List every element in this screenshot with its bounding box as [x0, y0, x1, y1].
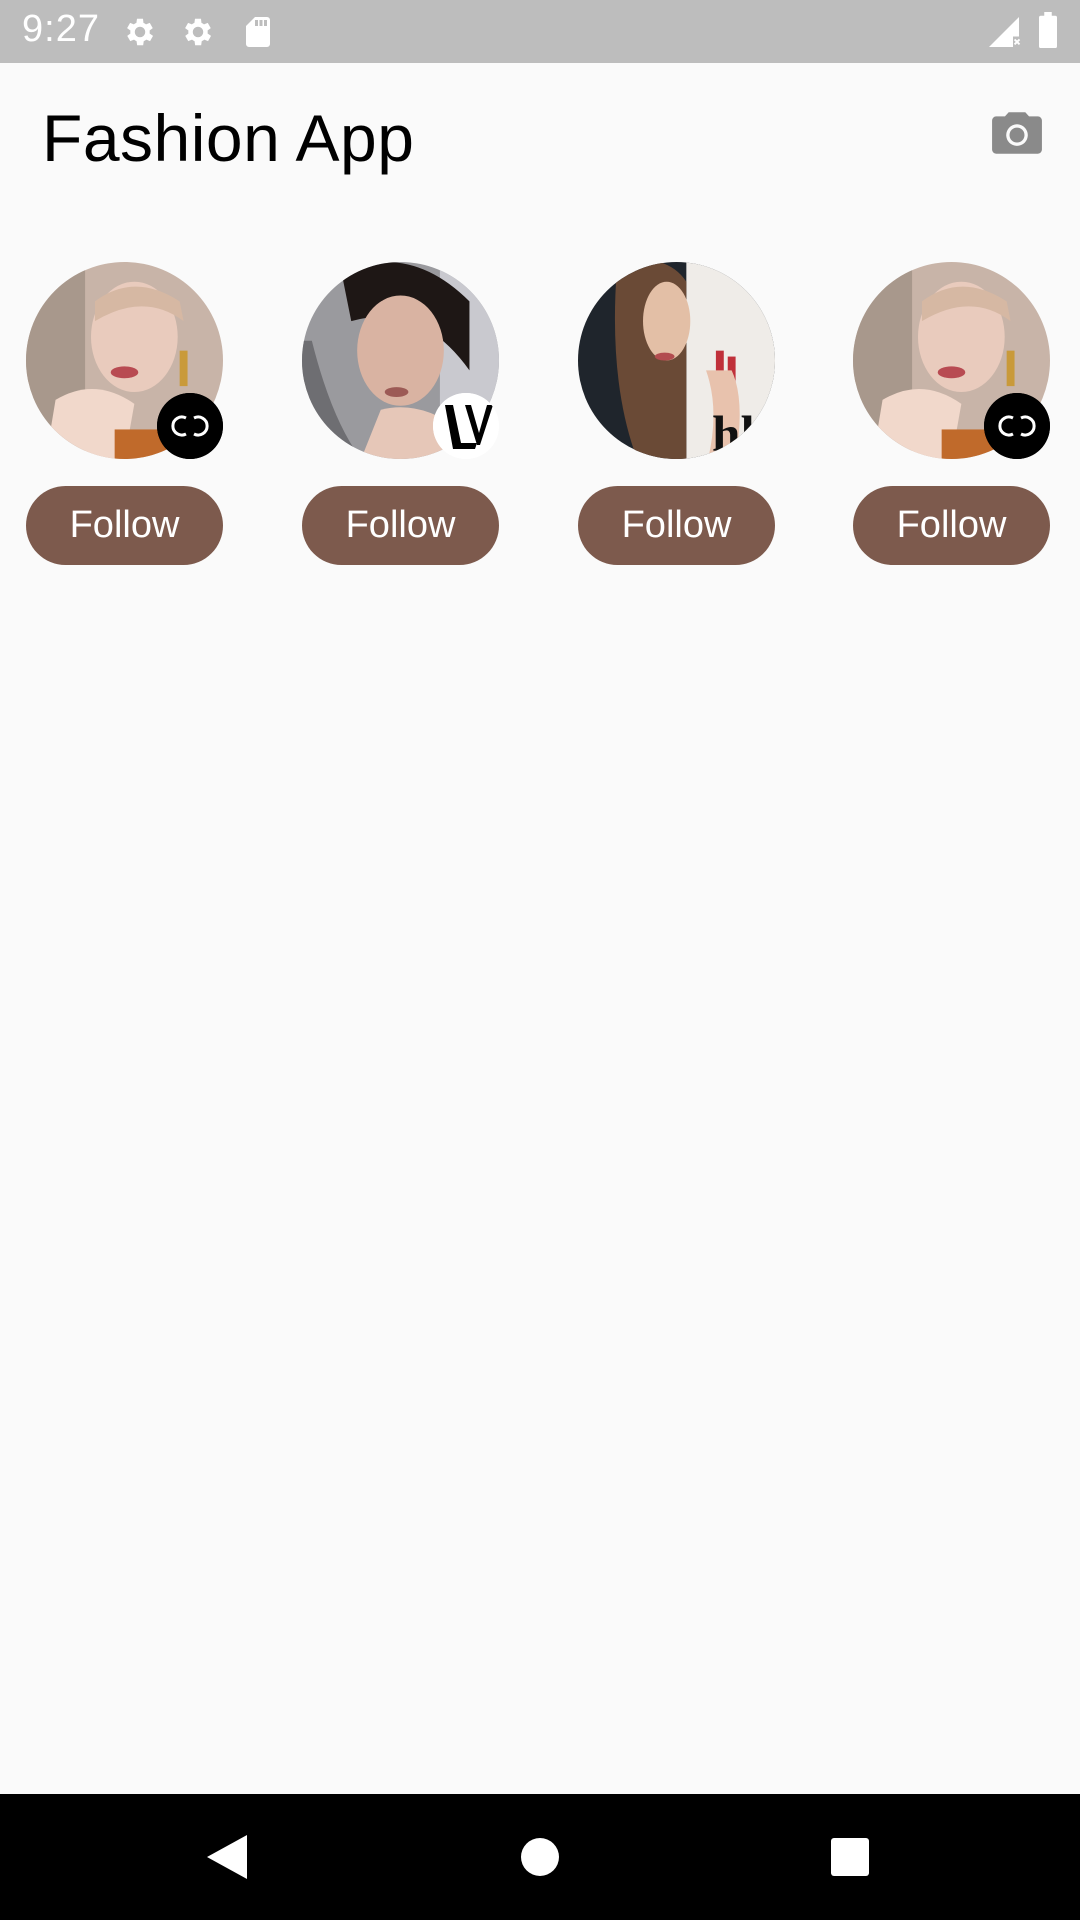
- back-button[interactable]: [163, 1794, 289, 1920]
- back-icon: [207, 1835, 247, 1879]
- profile-card: hl Follow: [578, 262, 775, 565]
- follow-button[interactable]: Follow: [26, 486, 223, 565]
- avatar-wrap: [302, 262, 499, 459]
- profile-card: Follow: [302, 262, 499, 565]
- avatar-wrap: [853, 262, 1050, 459]
- gear-icon: [127, 18, 154, 46]
- camera-icon[interactable]: [990, 108, 1044, 158]
- recents-button[interactable]: [787, 1794, 913, 1920]
- recents-icon: [831, 1838, 869, 1876]
- home-icon: [521, 1838, 559, 1876]
- lv-logo-icon: [433, 393, 499, 459]
- lv-logo-badge: [433, 393, 499, 459]
- avatar-wrap: hl: [578, 262, 775, 459]
- chanel-logo-icon: [157, 393, 223, 459]
- navigation-bar: [0, 1794, 1080, 1920]
- status-time: 9:27: [22, 8, 100, 50]
- profile-card: Follow: [26, 262, 223, 565]
- avatar[interactable]: hl: [578, 262, 775, 459]
- chanel-logo-badge: [157, 393, 223, 459]
- signal-no-data-icon: [989, 17, 1021, 47]
- chanel-logo-badge: [984, 393, 1050, 459]
- home-button[interactable]: [477, 1794, 603, 1920]
- follow-button[interactable]: Follow: [578, 486, 775, 565]
- sd-card-icon: [246, 17, 270, 47]
- follow-button[interactable]: Follow: [302, 486, 499, 565]
- avatar-image: hl: [578, 262, 775, 459]
- chanel-logo-icon: [984, 393, 1050, 459]
- svg-text:hl: hl: [712, 406, 755, 459]
- gear-icon: [185, 18, 212, 46]
- status-bar: 9:27: [0, 0, 1080, 63]
- page-title: Fashion App: [42, 101, 415, 175]
- follow-button[interactable]: Follow: [853, 486, 1050, 565]
- battery-icon: [1039, 12, 1057, 48]
- profile-card: Follow: [853, 262, 1050, 565]
- avatar-wrap: [26, 262, 223, 459]
